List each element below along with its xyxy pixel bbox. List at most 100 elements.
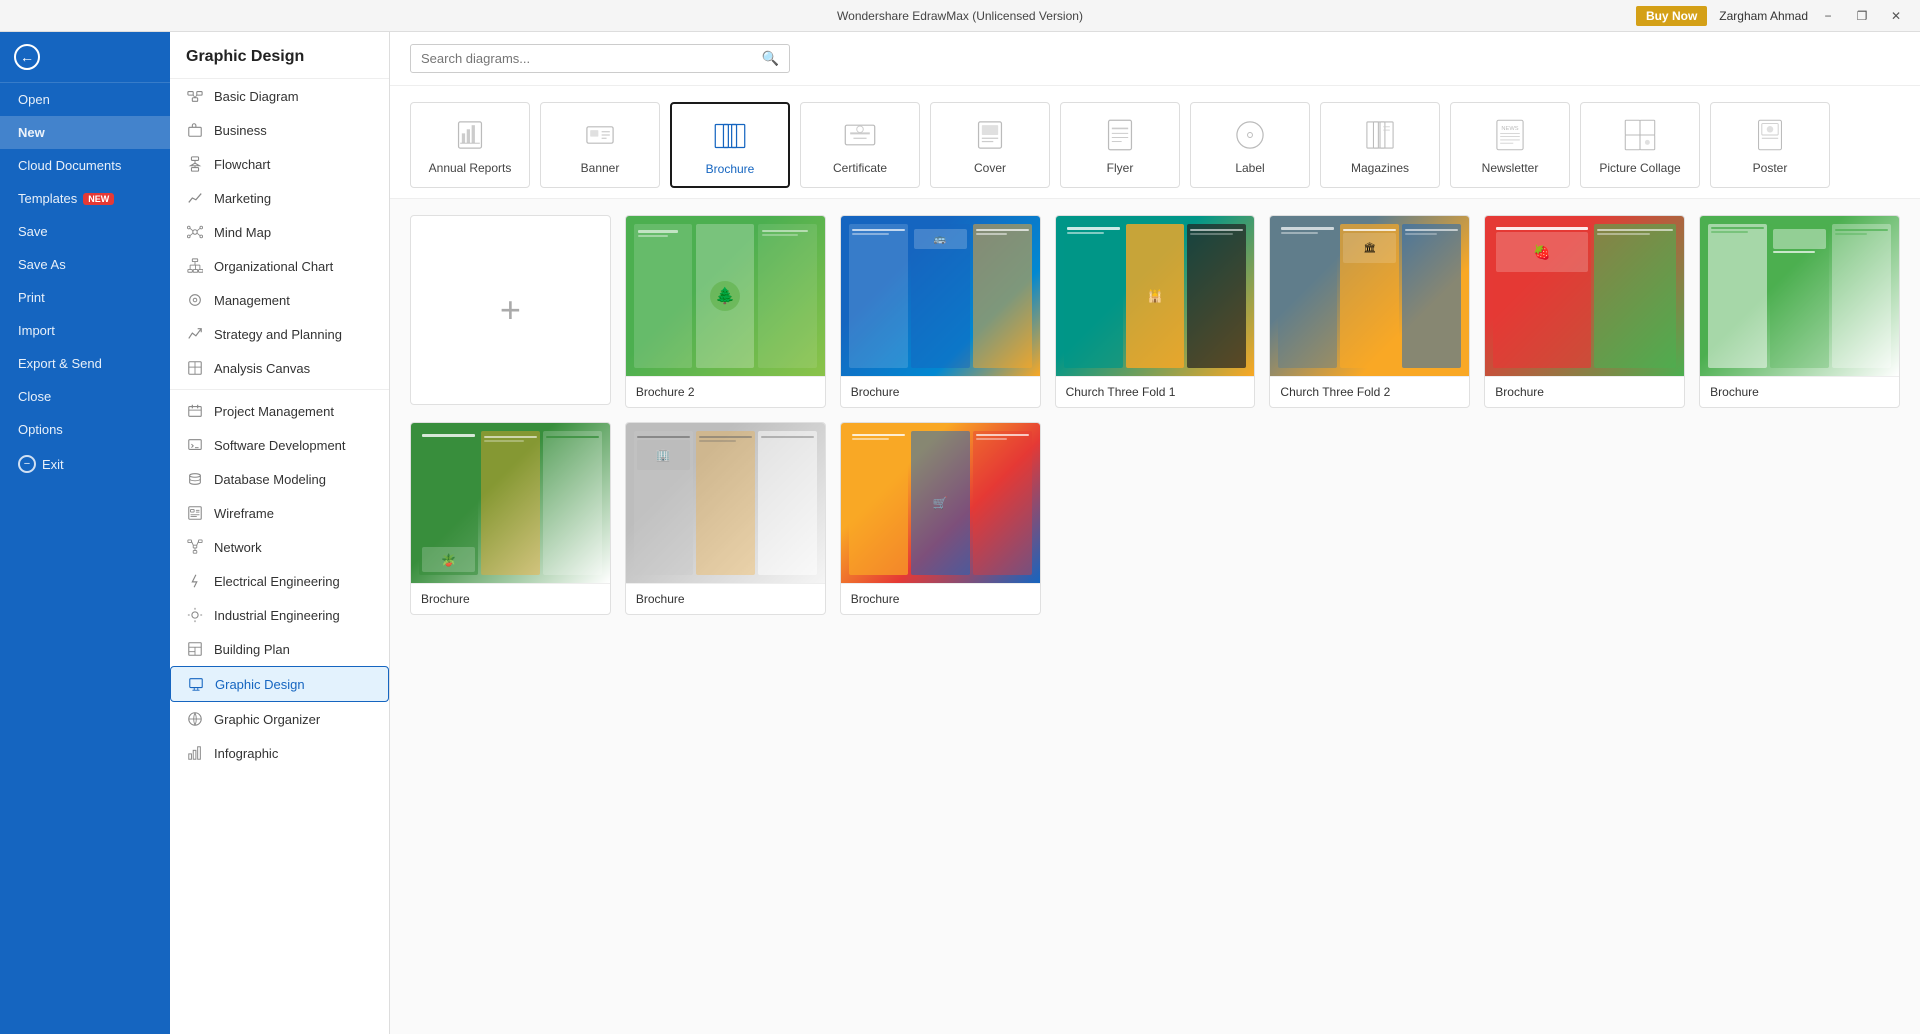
new-blank-template[interactable]: + <box>410 215 611 405</box>
template-brochure2[interactable]: 🌲 Brochure 2 <box>625 215 826 408</box>
building-icon <box>186 640 204 658</box>
exit-icon: − <box>18 455 36 473</box>
second-nav-header: Graphic Design <box>170 32 389 79</box>
nav-industrial[interactable]: Industrial Engineering <box>170 598 389 632</box>
nav-close[interactable]: Close <box>0 380 170 413</box>
nav-database[interactable]: Database Modeling <box>170 462 389 496</box>
nav-management[interactable]: Management <box>170 283 389 317</box>
annual-reports-label: Annual Reports <box>429 161 512 175</box>
flowchart-icon <box>186 155 204 173</box>
template-super-label: Brochure <box>841 583 1040 614</box>
new-badge: NEW <box>83 193 114 205</box>
template-arch[interactable]: 🏢 Brochu <box>625 422 826 615</box>
nav-orgchart[interactable]: Organizational Chart <box>170 249 389 283</box>
magazines-label: Magazines <box>1351 161 1409 175</box>
banner-icon <box>578 117 622 153</box>
buy-now-button[interactable]: Buy Now <box>1636 6 1707 26</box>
newsletter-icon: NEWS <box>1488 117 1532 153</box>
category-label[interactable]: Label <box>1190 102 1310 188</box>
template-church2[interactable]: 🏛 Church Three Fold 2 <box>1269 215 1470 408</box>
nav-mindmap[interactable]: Mind Map <box>170 215 389 249</box>
nav-save-as[interactable]: Save As <box>0 248 170 281</box>
template-food[interactable]: 🍓 Brochure <box>1484 215 1685 408</box>
brochure-icon <box>708 118 752 154</box>
nav-wireframe[interactable]: Wireframe <box>170 496 389 530</box>
restore-button[interactable]: ❐ <box>1848 6 1876 26</box>
category-picture-collage[interactable]: Picture Collage <box>1580 102 1700 188</box>
template-corp[interactable]: Brochure <box>1699 215 1900 408</box>
search-bar-row: 🔍 <box>390 32 1920 86</box>
search-icon: 🔍 <box>762 50 779 67</box>
nav-cloud[interactable]: Cloud Documents <box>0 149 170 182</box>
search-input[interactable] <box>421 51 762 66</box>
brochure-label: Brochure <box>706 162 755 176</box>
category-poster[interactable]: Poster <box>1710 102 1830 188</box>
graphic-organizer-icon <box>186 710 204 728</box>
management-icon <box>186 291 204 309</box>
nav-infographic[interactable]: Infographic <box>170 736 389 770</box>
nav-options[interactable]: Options <box>0 413 170 446</box>
back-icon: ← <box>14 44 40 70</box>
orgchart-icon <box>186 257 204 275</box>
nav-export[interactable]: Export & Send <box>0 347 170 380</box>
nav-strategy[interactable]: Strategy and Planning <box>170 317 389 351</box>
title-bar: Wondershare EdrawMax (Unlicensed Version… <box>0 0 1920 32</box>
template-church1[interactable]: 🕌 Church Three Fold 1 <box>1055 215 1256 408</box>
wireframe-icon <box>186 504 204 522</box>
template-super-img: 🛒 <box>841 423 1040 583</box>
nav-import[interactable]: Import <box>0 314 170 347</box>
poster-label: Poster <box>1753 161 1788 175</box>
nav-save[interactable]: Save <box>0 215 170 248</box>
nav-basic-diagram[interactable]: Basic Diagram <box>170 79 389 113</box>
template-church1-img: 🕌 <box>1056 216 1255 376</box>
nav-print[interactable]: Print <box>0 281 170 314</box>
nav-electrical[interactable]: Electrical Engineering <box>170 564 389 598</box>
back-button[interactable]: ← <box>0 32 170 83</box>
category-certificate[interactable]: Certificate <box>800 102 920 188</box>
template-brochure-label: Brochure <box>841 376 1040 407</box>
nav-open[interactable]: Open <box>0 83 170 116</box>
template-brochure[interactable]: 🚌 Brochure <box>840 215 1041 408</box>
template-corp-label: Brochure <box>1700 376 1899 407</box>
nav-business[interactable]: Business <box>170 113 389 147</box>
nav-project[interactable]: Project Management <box>170 394 389 428</box>
nav-graphic-design[interactable]: Graphic Design <box>170 666 389 702</box>
templates-grid: + 🌲 <box>410 215 1900 615</box>
nav-analysis[interactable]: Analysis Canvas <box>170 351 389 385</box>
category-brochure[interactable]: Brochure <box>670 102 790 188</box>
marketing-icon <box>186 189 204 207</box>
close-button[interactable]: ✕ <box>1882 6 1910 26</box>
category-newsletter[interactable]: NEWS Newsletter <box>1450 102 1570 188</box>
cover-label: Cover <box>974 161 1006 175</box>
nav-flowchart[interactable]: Flowchart <box>170 147 389 181</box>
certificate-label: Certificate <box>833 161 887 175</box>
nav-software[interactable]: Software Development <box>170 428 389 462</box>
poster-icon <box>1748 117 1792 153</box>
user-name: Zargham Ahmad <box>1719 9 1808 23</box>
label-label: Label <box>1235 161 1264 175</box>
nav-exit[interactable]: − Exit <box>0 446 170 482</box>
category-grid: Annual Reports Banner Brochure <box>410 102 1900 188</box>
category-annual-reports[interactable]: Annual Reports <box>410 102 530 188</box>
picture-collage-icon <box>1618 117 1662 153</box>
electrical-icon <box>186 572 204 590</box>
nav-network[interactable]: Network <box>170 530 389 564</box>
flyer-label: Flyer <box>1107 161 1134 175</box>
banner-label: Banner <box>581 161 620 175</box>
category-flyer[interactable]: Flyer <box>1060 102 1180 188</box>
category-magazines[interactable]: Magazines <box>1320 102 1440 188</box>
template-church2-label: Church Three Fold 2 <box>1270 376 1469 407</box>
nav-new[interactable]: New <box>0 116 170 149</box>
analysis-icon <box>186 359 204 377</box>
nav-templates[interactable]: Templates NEW <box>0 182 170 215</box>
category-banner[interactable]: Banner <box>540 102 660 188</box>
category-cover[interactable]: Cover <box>930 102 1050 188</box>
nav-building[interactable]: Building Plan <box>170 632 389 666</box>
nav-graphic-organizer[interactable]: Graphic Organizer <box>170 702 389 736</box>
minimize-button[interactable]: − <box>1814 6 1842 26</box>
template-furniture[interactable]: 🪴 Brochu <box>410 422 611 615</box>
left-nav: ← Open New Cloud Documents Templates NEW… <box>0 32 170 1034</box>
nav-marketing[interactable]: Marketing <box>170 181 389 215</box>
flyer-icon <box>1098 117 1142 153</box>
template-super[interactable]: 🛒 Brochure <box>840 422 1041 615</box>
